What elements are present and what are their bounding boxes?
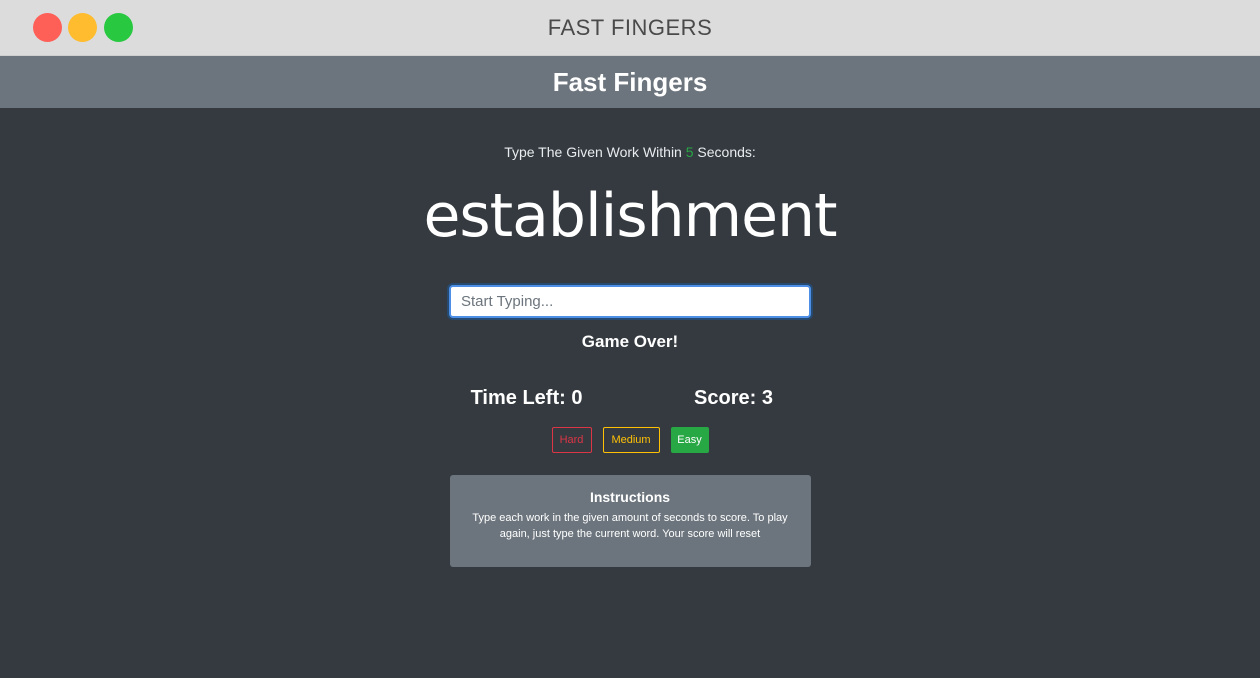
medium-button[interactable]: Medium bbox=[602, 427, 660, 453]
hard-button[interactable]: Hard bbox=[551, 427, 592, 453]
score: Score: 3 bbox=[694, 387, 773, 409]
stats-row: Time Left: 0 Score: 3 bbox=[0, 383, 1260, 413]
prompt-text: Type The Given Work Within 5 Seconds: bbox=[0, 143, 1260, 161]
window-title: FAST FINGERS bbox=[547, 15, 713, 40]
seconds-value: 5 bbox=[685, 144, 694, 160]
difficulty-buttons: Hard Medium Easy bbox=[0, 427, 1260, 453]
time-left: Time Left: 0 bbox=[470, 387, 583, 409]
app-window: FAST FINGERS Fast Fingers Type The Given… bbox=[0, 0, 1260, 678]
game-container: Type The Given Work Within 5 Seconds: es… bbox=[0, 143, 1260, 567]
app-title: Fast Fingers bbox=[552, 67, 708, 97]
prompt-before: Type The Given Work Within bbox=[504, 144, 686, 160]
word-input[interactable] bbox=[449, 285, 811, 318]
instructions-title: Instructions bbox=[589, 489, 671, 505]
input-wrapper bbox=[0, 285, 1260, 318]
current-word: establishment bbox=[423, 181, 837, 251]
prompt-after: Seconds: bbox=[693, 144, 756, 160]
game-status: Game Over! bbox=[581, 332, 679, 351]
instructions-body: Type each work in the given amount of se… bbox=[472, 512, 788, 540]
instructions-card: Instructions Type each work in the given… bbox=[449, 475, 811, 567]
easy-button[interactable]: Easy bbox=[670, 427, 709, 453]
window-titlebar: FAST FINGERS bbox=[0, 0, 1260, 56]
navbar: Fast Fingers bbox=[0, 56, 1260, 108]
